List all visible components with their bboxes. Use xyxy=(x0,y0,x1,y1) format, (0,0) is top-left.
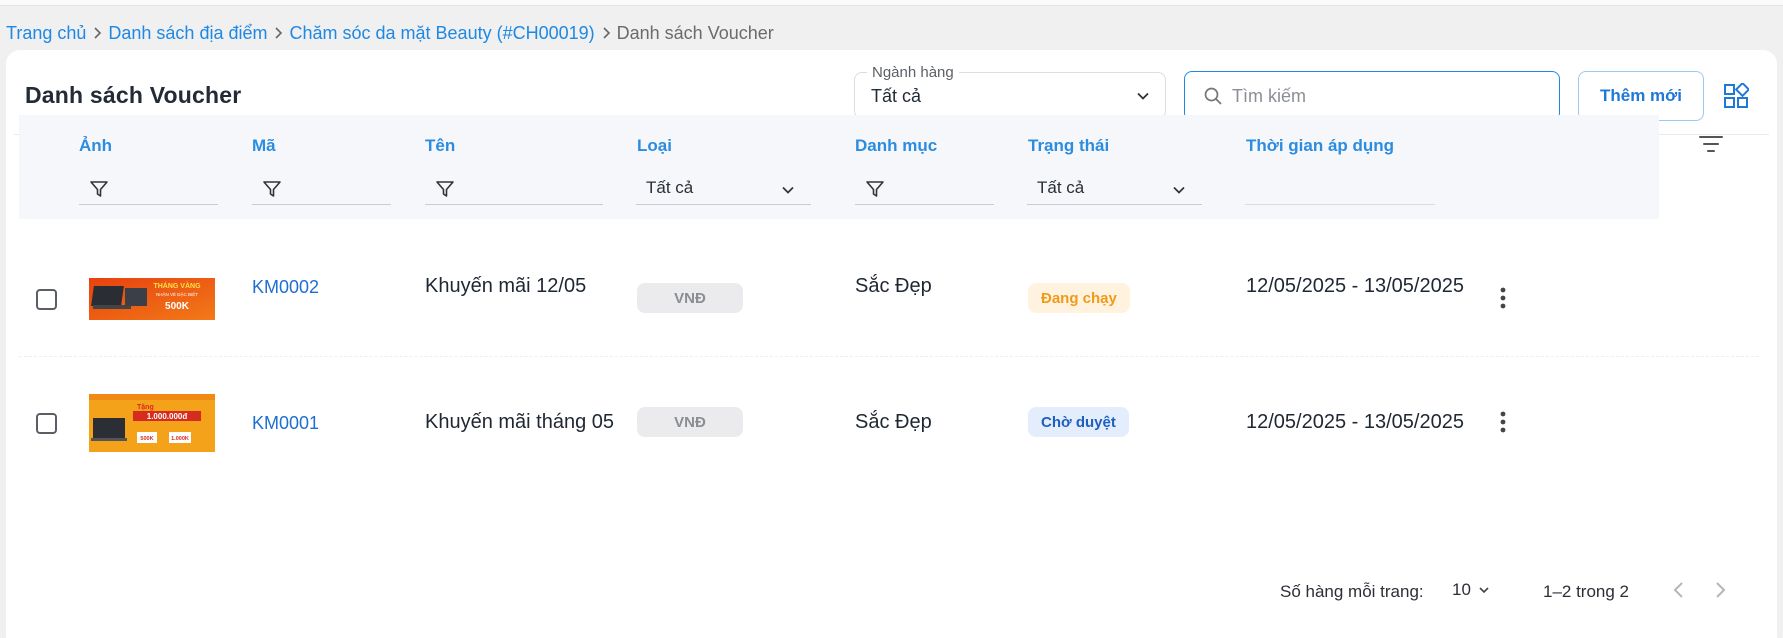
filter-name[interactable] xyxy=(425,175,603,205)
table-row: Tặng 1.000.000đ 500K 1.000K KM0001 Khuyế… xyxy=(19,359,1759,497)
filter-status-select[interactable]: Tất cả xyxy=(1027,175,1202,205)
column-header-image[interactable]: Ảnh xyxy=(79,136,112,156)
chevron-right-icon xyxy=(86,22,108,44)
svg-text:500K: 500K xyxy=(165,301,190,312)
breadcrumb-location-detail[interactable]: Chăm sóc da mặt Beauty (#CH00019) xyxy=(289,23,594,44)
column-header-period[interactable]: Thời gian áp dụng xyxy=(1246,136,1394,156)
industry-select-label: Ngành hàng xyxy=(867,64,959,81)
pagination-range: 1–2 trong 2 xyxy=(1543,582,1630,601)
svg-text:1.000K: 1.000K xyxy=(171,436,189,442)
rows-per-page-label: Số hàng mỗi trang: xyxy=(1280,582,1424,601)
svg-text:NHẬN VÉ ĐẶC BIỆT: NHẬN VÉ ĐẶC BIỆT xyxy=(156,290,198,297)
voucher-name: Khuyến mãi 12/05 xyxy=(425,275,587,297)
industry-select[interactable]: Ngành hàng Tất cả xyxy=(854,64,1166,119)
search-input[interactable] xyxy=(1232,85,1552,107)
breadcrumb-current: Danh sách Voucher xyxy=(616,22,774,43)
chevron-right-icon xyxy=(267,22,289,44)
filter-icon xyxy=(263,181,281,197)
search-box[interactable] xyxy=(1184,71,1560,121)
more-options-icon[interactable] xyxy=(1491,286,1515,310)
svg-text:500K: 500K xyxy=(140,436,153,442)
status-badge: Chờ duyệt xyxy=(1028,407,1129,437)
filter-status-value: Tất cả xyxy=(1037,178,1085,197)
svg-text:THÁNG VÀNG: THÁNG VÀNG xyxy=(153,281,201,290)
column-header-type[interactable]: Loại xyxy=(637,136,672,156)
voucher-period: 12/05/2025 - 13/05/2025 xyxy=(1246,411,1464,433)
chevron-down-icon xyxy=(1137,92,1149,100)
filter-type-select[interactable]: Tất cả xyxy=(636,175,811,205)
search-icon xyxy=(1204,87,1222,105)
voucher-name: Khuyến mãi tháng 05 xyxy=(425,411,615,433)
column-header-code[interactable]: Mã xyxy=(252,136,276,156)
voucher-thumbnail: Tặng 1.000.000đ 500K 1.000K xyxy=(89,394,215,452)
chevron-down-icon xyxy=(782,186,794,194)
breadcrumb-home[interactable]: Trang chủ xyxy=(6,23,86,44)
rows-per-page-select[interactable]: 10 xyxy=(1452,580,1491,600)
more-options-icon[interactable] xyxy=(1491,410,1515,434)
filter-icon xyxy=(436,181,454,197)
svg-text:1.000.000đ: 1.000.000đ xyxy=(147,412,188,421)
filter-image[interactable] xyxy=(79,175,218,205)
filter-type-value: Tất cả xyxy=(646,178,694,197)
layout-grid-icon[interactable] xyxy=(1723,83,1749,109)
previous-page-icon[interactable] xyxy=(1667,578,1691,602)
chevron-right-icon xyxy=(595,22,617,44)
row-checkbox[interactable] xyxy=(36,289,57,310)
next-page-icon[interactable] xyxy=(1708,578,1732,602)
breadcrumb-locations[interactable]: Danh sách địa điểm xyxy=(108,23,267,44)
voucher-category: Sắc Đẹp xyxy=(855,275,932,297)
rows-per-page-value: 10 xyxy=(1452,580,1471,599)
voucher-period: 12/05/2025 - 13/05/2025 xyxy=(1246,275,1464,297)
industry-select-value: Tất cả xyxy=(871,86,922,106)
breadcrumb: Trang chủ Danh sách địa điểm Chăm sóc da… xyxy=(6,22,774,44)
svg-text:Tặng: Tặng xyxy=(137,404,154,411)
page-title: Danh sách Voucher xyxy=(25,82,242,108)
filter-period[interactable] xyxy=(1245,175,1435,205)
add-voucher-button[interactable]: Thêm mới xyxy=(1578,71,1704,121)
chevron-down-icon xyxy=(1173,186,1185,194)
voucher-type-badge: VNĐ xyxy=(637,407,743,437)
voucher-category: Sắc Đẹp xyxy=(855,411,932,433)
column-header-name[interactable]: Tên xyxy=(425,136,455,156)
chevron-down-icon xyxy=(1479,587,1489,594)
filter-icon xyxy=(866,181,884,197)
filter-icon xyxy=(90,181,108,197)
column-header-category[interactable]: Danh mục xyxy=(855,136,937,156)
column-settings-icon[interactable] xyxy=(1697,131,1725,157)
voucher-thumbnail: THÁNG VÀNG NHẬN VÉ ĐẶC BIỆT 500K xyxy=(89,278,215,320)
table-row: THÁNG VÀNG NHẬN VÉ ĐẶC BIỆT 500K KM0002 … xyxy=(19,219,1759,357)
voucher-code-link[interactable]: KM0001 xyxy=(252,413,319,434)
filter-code[interactable] xyxy=(252,175,391,205)
filter-category[interactable] xyxy=(855,175,994,205)
column-header-status[interactable]: Trạng thái xyxy=(1028,136,1109,156)
top-bar-edge xyxy=(0,0,1783,6)
row-checkbox[interactable] xyxy=(36,413,57,434)
status-badge: Đang chạy xyxy=(1028,283,1130,313)
voucher-code-link[interactable]: KM0002 xyxy=(252,277,319,298)
voucher-type-badge: VNĐ xyxy=(637,283,743,313)
